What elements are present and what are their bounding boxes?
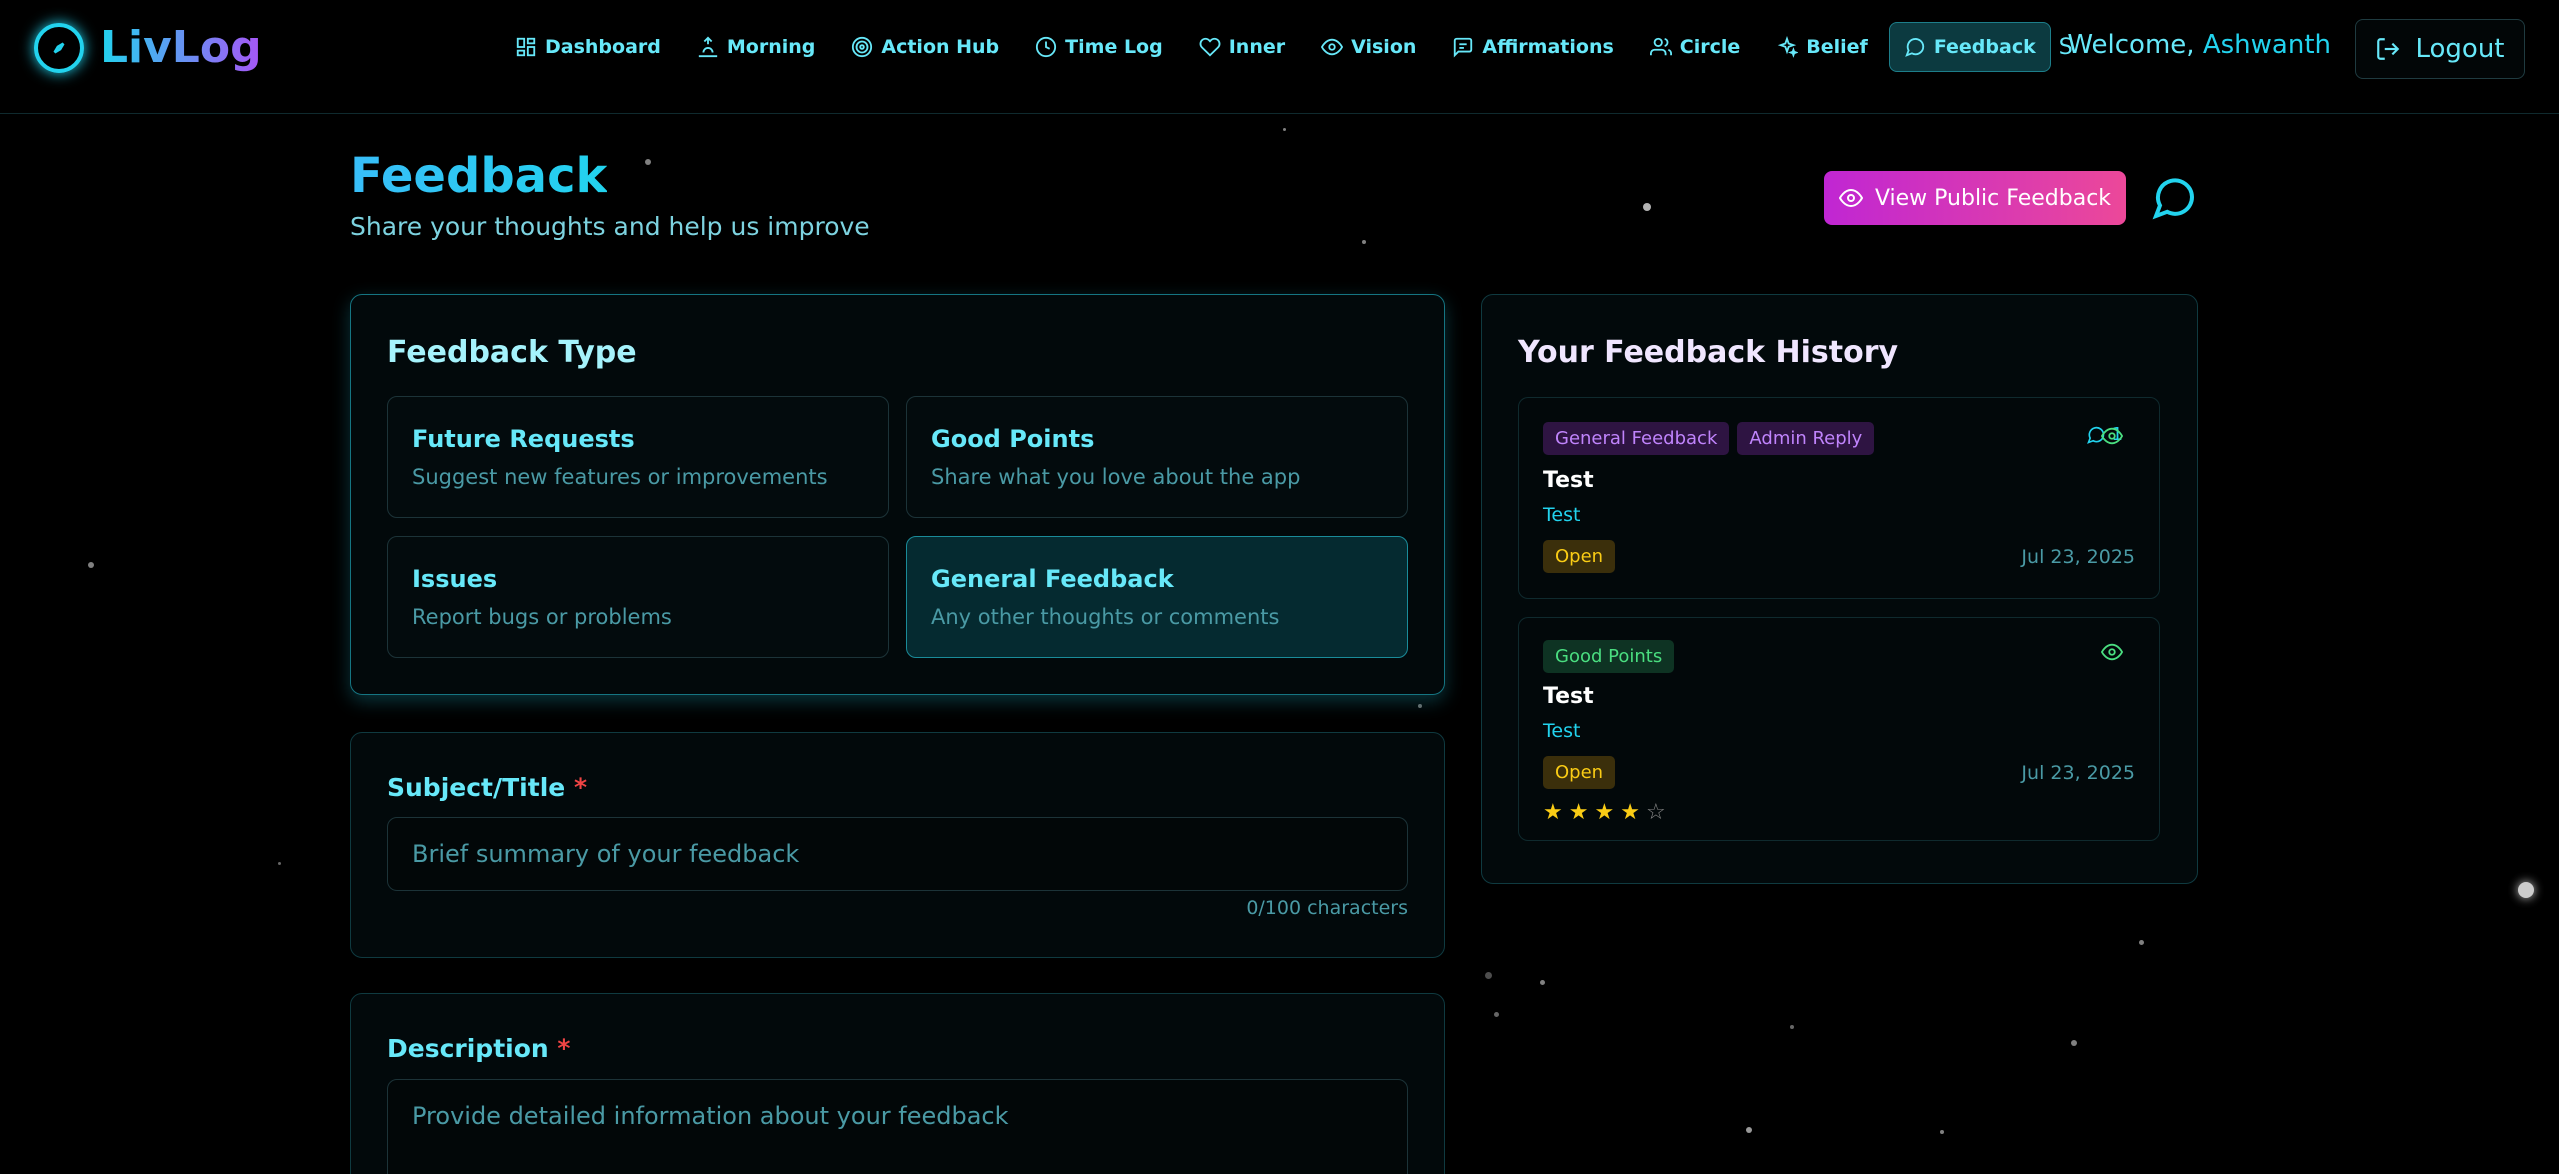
clock-icon [1036,36,1057,58]
required-marker: * [573,773,588,802]
description-label-text: Description [387,1034,549,1063]
type-option-title: Future Requests [412,425,635,453]
subject-label: Subject/Title * [387,773,587,802]
welcome-prefix: Welcome, [2067,30,2203,60]
type-option-general-feedback[interactable]: General Feedback Any other thoughts or c… [906,536,1408,658]
nav-item-label: Vision [1351,36,1417,58]
welcome-text: Welcome, Ashwanth [2067,30,2331,60]
description-label: Description * [387,1034,571,1063]
type-option-title: Good Points [931,425,1095,453]
feedback-type-card: Feedback Type Future Requests Suggest ne… [350,294,1445,695]
eye-icon [1838,188,1863,208]
nav-item-label: Affirmations [1482,36,1614,58]
nav-item-inner[interactable]: Inner [1184,22,1300,72]
star-icon: ★ [1543,800,1563,825]
logout-label: Logout [2415,34,2505,64]
nav-item-affirmations[interactable]: Affirmations [1437,22,1628,72]
logout-button[interactable]: Logout [2355,19,2525,79]
admin-reply-badge: Admin Reply [1737,422,1875,455]
description-card: Description * Provide detailed informati… [350,993,1445,1174]
type-option-desc: Any other thoughts or comments [931,605,1280,629]
nav-item-label: Time Log [1065,36,1163,58]
history-badges: General Feedback Admin Reply [1543,422,1882,455]
history-item-title: Test [1543,468,1594,493]
app-logo[interactable]: LivLog [34,22,262,73]
history-badges: Good Points [1543,640,1682,673]
type-option-desc: Report bugs or problems [412,605,672,629]
subject-char-count: 0/100 characters [1246,897,1408,919]
message-circle-icon [1905,38,1924,57]
heart-icon [1199,37,1221,57]
nav-item-label: Feedback [1933,36,2036,58]
status-badge: Open [1543,540,1616,573]
nav-item-label: Belief [1806,36,1868,58]
subject-card: Subject/Title * Brief summary of your fe… [350,732,1445,958]
type-option-future-requests[interactable]: Future Requests Suggest new features or … [387,396,889,518]
category-badge: Good Points [1543,640,1675,673]
eye-icon[interactable] [2101,641,2123,663]
nav-item-label: Action Hub [881,36,1000,58]
history-item-title: Test [1543,684,1594,709]
nav-item-vision[interactable]: Vision [1306,22,1431,72]
category-badge: General Feedback [1543,422,1730,455]
type-option-desc: Suggest new features or improvements [412,465,828,489]
eye-icon [1321,38,1344,56]
nav-item-belief[interactable]: Belief [1761,22,1883,72]
grid-icon [516,37,536,57]
view-public-feedback-button[interactable]: View Public Feedback [1824,171,2126,225]
nav-item-time-log[interactable]: Time Log [1020,22,1178,72]
target-icon [852,36,873,58]
user-name: Ashwanth [2202,30,2331,60]
star-icon: ★ [1594,800,1615,825]
message-square-icon [1454,37,1473,58]
description-textarea[interactable]: Provide detailed information about your … [387,1079,1408,1174]
logout-icon [2377,38,2400,60]
type-option-issues[interactable]: Issues Report bugs or problems [387,536,889,658]
message-circle-icon [2152,178,2195,220]
nav-menu: Dashboard Morning Action Hub Time Log In… [500,22,2075,72]
sparkles-icon [1778,36,1799,58]
rating-stars: ★ ★ ★ ★ ☆ [1543,800,1666,825]
feedback-type-title: Feedback Type [387,335,637,370]
view-public-feedback-label: View Public Feedback [1874,185,2112,211]
history-item-desc: Test [1543,504,1581,526]
subject-label-text: Subject/Title [387,773,566,802]
eye-icon[interactable] [2101,425,2123,447]
nav-item-dashboard[interactable]: Dashboard [500,22,676,72]
star-icon: ★ [1568,800,1589,825]
page-title: Feedback [350,148,608,204]
feedback-history-card: Your Feedback History General Feedback Ad… [1481,294,2198,884]
required-marker: * [557,1034,571,1063]
page-subtitle: Share your thoughts and help us improve [350,212,870,241]
history-item[interactable]: General Feedback Admin Reply 1 Test Test … [1518,397,2160,599]
type-option-good-points[interactable]: Good Points Share what you love about th… [906,396,1408,518]
history-item-desc: Test [1543,720,1581,742]
type-option-desc: Share what you love about the app [931,465,1301,489]
type-option-title: Issues [412,565,498,593]
nav-item-label: Circle [1679,36,1741,58]
star-icon: ★ [1620,800,1640,825]
status-badge: Open [1543,756,1616,789]
nav-item-action-hub[interactable]: Action Hub [836,22,1014,72]
compass-icon [34,22,84,73]
type-option-title: General Feedback [931,565,1174,593]
sunrise-icon [698,36,718,58]
top-navbar: LivLog Dashboard Morning Action Hub Time… [0,0,2559,114]
nav-item-feedback[interactable]: Feedback [1888,22,2051,72]
subject-placeholder: Brief summary of your feedback [412,840,800,868]
star-icon: ☆ [1645,800,1666,825]
subject-input[interactable]: Brief summary of your feedback [387,817,1408,891]
feedback-history-title: Your Feedback History [1518,335,1899,370]
nav-item-label: Inner [1228,36,1286,58]
history-item-date: Jul 23, 2025 [2021,762,2135,784]
nav-item-morning[interactable]: Morning [682,22,831,72]
history-item[interactable]: Good Points Test Test Open Jul 23, 2025 … [1518,617,2160,841]
app-name: LivLog [100,22,262,73]
history-item-date: Jul 23, 2025 [2021,546,2135,568]
users-icon [1649,37,1672,56]
nav-item-circle[interactable]: Circle [1635,22,1756,72]
description-placeholder: Provide detailed information about your … [412,1102,1009,1130]
nav-item-label: Dashboard [545,36,661,58]
nav-item-label: Morning [726,36,816,58]
